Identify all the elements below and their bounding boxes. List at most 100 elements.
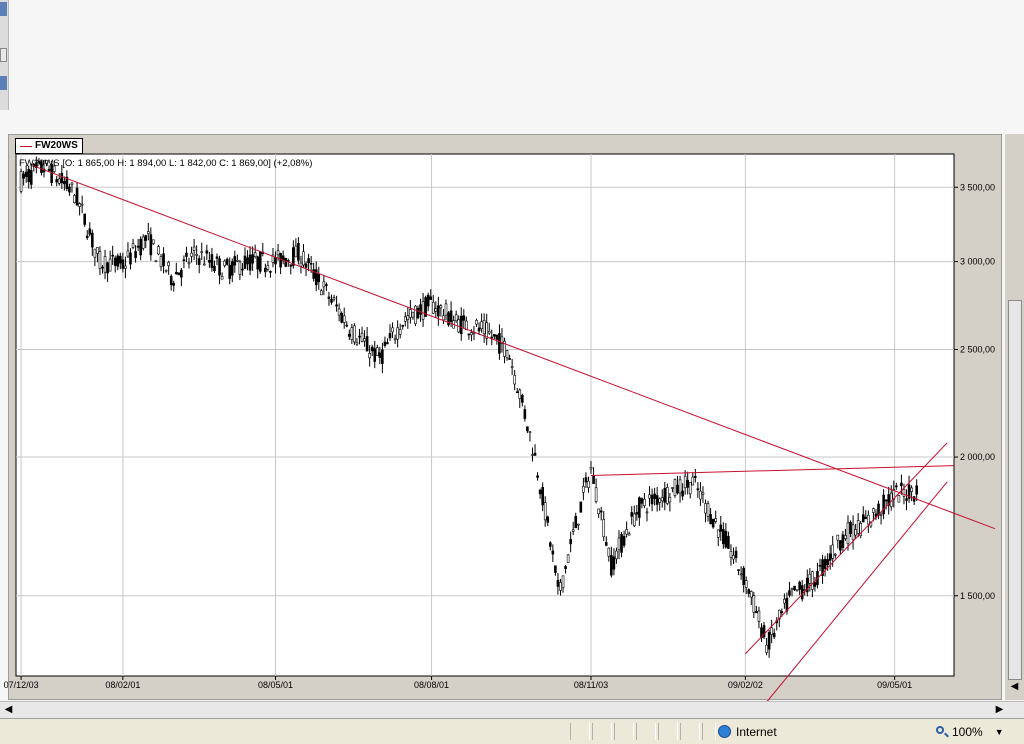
candle-body bbox=[134, 251, 137, 258]
candle-body bbox=[783, 598, 786, 604]
candle-body bbox=[248, 254, 252, 271]
candle-body bbox=[625, 529, 628, 535]
candle-body bbox=[297, 243, 300, 261]
candle-body bbox=[167, 261, 170, 267]
candle-body bbox=[793, 585, 796, 591]
candle-body bbox=[742, 567, 745, 585]
candle-body bbox=[716, 529, 720, 538]
candle-body bbox=[406, 315, 410, 320]
security-zone[interactable]: Internet bbox=[718, 723, 777, 740]
candle-body bbox=[482, 320, 486, 334]
candle-body bbox=[599, 510, 603, 513]
candle-body bbox=[220, 275, 224, 280]
candle-body bbox=[678, 479, 682, 494]
candle-body bbox=[574, 516, 578, 529]
vertical-scroll-thumb[interactable] bbox=[1008, 300, 1022, 680]
candle-body bbox=[205, 250, 209, 254]
candle-body bbox=[882, 494, 885, 515]
candle-body bbox=[872, 508, 875, 513]
candle-body bbox=[523, 409, 527, 419]
status-cell bbox=[658, 723, 678, 740]
candle-body bbox=[811, 571, 814, 590]
scroll-down-icon[interactable]: ◀ bbox=[1007, 679, 1022, 694]
candle-body bbox=[113, 257, 117, 266]
candle-body bbox=[505, 350, 509, 359]
chevron-down-icon[interactable]: ▼ bbox=[995, 727, 1004, 737]
candle-body bbox=[121, 259, 125, 269]
candle-body bbox=[19, 171, 23, 192]
candle-body bbox=[592, 475, 595, 484]
status-cell bbox=[702, 723, 716, 740]
candle-body bbox=[915, 485, 918, 495]
candle-body bbox=[744, 580, 748, 588]
candle-body bbox=[98, 251, 102, 269]
candle-body bbox=[218, 258, 221, 276]
candle-body bbox=[409, 309, 412, 318]
candle-body bbox=[70, 182, 74, 186]
candle-body bbox=[902, 489, 906, 497]
x-axis: 07/12/03 08/02/01 08/05/01 08/08/01 08/11/03… bbox=[4, 676, 912, 690]
candle-body bbox=[604, 542, 608, 546]
candle-body bbox=[536, 475, 539, 478]
scroll-right-icon[interactable]: ▶ bbox=[992, 702, 1007, 717]
candle-body bbox=[498, 333, 501, 354]
candle-body bbox=[22, 173, 25, 179]
candle-body bbox=[274, 256, 277, 265]
y-tick-label: 3 500,00 bbox=[960, 182, 995, 192]
candle-body bbox=[350, 327, 354, 340]
candle-body bbox=[826, 559, 829, 566]
candle-body bbox=[429, 296, 433, 300]
candle-body bbox=[185, 252, 188, 257]
candle-body bbox=[549, 542, 552, 547]
candle-body bbox=[485, 322, 488, 339]
candle-body bbox=[108, 258, 112, 272]
candle-body bbox=[233, 256, 237, 266]
candle-body bbox=[841, 534, 845, 548]
candle-body bbox=[340, 313, 343, 323]
candle-body bbox=[683, 475, 687, 489]
candle-body bbox=[444, 303, 448, 316]
status-cell bbox=[636, 723, 656, 740]
candle-body bbox=[144, 235, 148, 241]
candle-body bbox=[495, 334, 499, 340]
candle-body bbox=[737, 569, 740, 571]
candle-body bbox=[658, 498, 662, 503]
candle-body bbox=[348, 333, 351, 337]
candle-body bbox=[798, 581, 801, 590]
candle-body bbox=[531, 454, 534, 456]
zoom-control[interactable]: 100% ▼ bbox=[936, 723, 1004, 740]
candle-body bbox=[88, 228, 92, 235]
candle-body bbox=[85, 235, 89, 238]
candle-body bbox=[602, 519, 606, 538]
candle-body bbox=[851, 524, 855, 541]
candle-body bbox=[750, 591, 753, 598]
candle-body bbox=[157, 246, 160, 255]
price-chart[interactable]: 3 500,00 3 000,00 2 500,00 2 000,00 1 500,00… bbox=[0, 0, 1024, 744]
candle-body bbox=[411, 311, 415, 318]
horizontal-scrollbar[interactable]: ◀ ▶ bbox=[0, 701, 1024, 718]
candle-body bbox=[765, 644, 768, 653]
candle-body bbox=[136, 245, 140, 248]
candle-body bbox=[694, 476, 697, 478]
candle-body bbox=[434, 308, 438, 312]
candle-body bbox=[846, 522, 850, 545]
candle-body bbox=[299, 262, 303, 267]
candle-body bbox=[480, 321, 483, 329]
candle-body bbox=[653, 493, 656, 499]
candle-body bbox=[747, 589, 751, 594]
scroll-left-icon[interactable]: ◀ bbox=[1, 702, 16, 717]
candle-body bbox=[223, 260, 226, 266]
candle-body bbox=[790, 587, 794, 590]
candle-body bbox=[129, 252, 132, 265]
candle-body bbox=[60, 172, 64, 184]
candle-body bbox=[370, 346, 374, 352]
candle-body bbox=[584, 477, 588, 483]
candle-body bbox=[620, 534, 623, 553]
candle-body bbox=[190, 252, 193, 257]
candle-body bbox=[884, 499, 888, 502]
candle-body bbox=[388, 333, 392, 339]
candle-body bbox=[543, 502, 547, 521]
candle-body bbox=[836, 534, 840, 541]
candle-body bbox=[391, 327, 394, 333]
candle-body bbox=[538, 489, 542, 495]
